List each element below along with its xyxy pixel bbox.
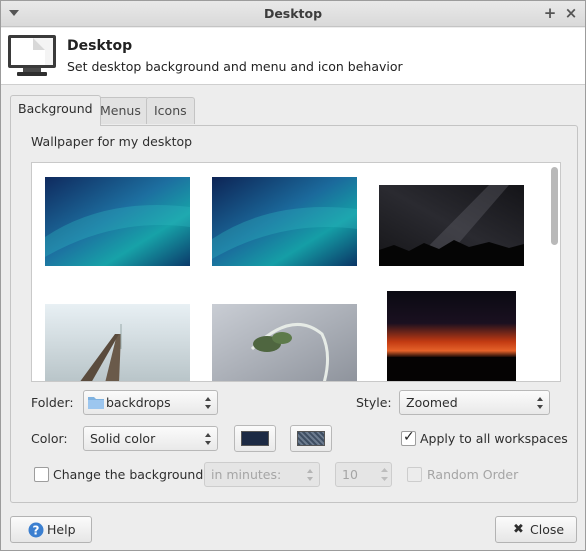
- folder-label: Folder:: [31, 395, 74, 410]
- change-background-checkbox[interactable]: [34, 467, 49, 482]
- style-select[interactable]: Zoomed: [399, 390, 550, 415]
- background-panel: Wallpaper for my desktop Folder: backdro…: [10, 125, 578, 503]
- random-order-label: Random Order: [427, 467, 519, 482]
- wallpaper-section-label: Wallpaper for my desktop: [31, 134, 193, 149]
- wallpaper-list[interactable]: [31, 162, 561, 382]
- close-button[interactable]: ✖ Close: [495, 516, 577, 543]
- combo-arrows-icon: [537, 397, 543, 409]
- checkmark-icon: ✓: [403, 429, 415, 445]
- color-style-select[interactable]: Solid color: [83, 426, 218, 451]
- help-button[interactable]: ? Help: [10, 516, 92, 543]
- close-icon: ✖: [513, 522, 524, 537]
- help-label: Help: [47, 522, 76, 537]
- interval-value: 10: [342, 467, 358, 482]
- window-title: Desktop: [263, 6, 323, 21]
- secondary-color-button[interactable]: [290, 425, 332, 452]
- titlebar: Desktop + ×: [1, 1, 585, 27]
- combo-arrows-icon: [205, 433, 211, 445]
- svg-text:?: ?: [33, 524, 40, 538]
- monitor-icon: [8, 35, 56, 76]
- interval-unit-select[interactable]: in minutes:: [204, 462, 320, 487]
- style-label: Style:: [356, 395, 392, 410]
- combo-arrows-icon: [205, 397, 211, 409]
- random-order-checkbox[interactable]: [407, 467, 422, 482]
- wallpaper-thumbnail[interactable]: [212, 177, 357, 266]
- color-style-value: Solid color: [90, 431, 156, 446]
- help-icon: ?: [28, 522, 44, 538]
- dialog-header: Desktop Set desktop background and menu …: [1, 28, 585, 85]
- interval-unit-value: in minutes:: [211, 467, 282, 482]
- primary-color-swatch: [241, 431, 269, 446]
- secondary-color-swatch: [297, 431, 325, 446]
- wallpaper-thumbnail[interactable]: [212, 304, 357, 382]
- spin-arrows-icon: [381, 468, 388, 481]
- interval-spinbox[interactable]: 10: [335, 462, 392, 487]
- folder-icon: [88, 397, 104, 409]
- desktop-settings-window: Desktop + × Desktop Set desktop backgrou…: [0, 0, 586, 551]
- maximize-icon[interactable]: +: [542, 4, 558, 22]
- apply-all-checkbox[interactable]: ✓: [401, 429, 416, 446]
- wallpaper-thumbnail[interactable]: [45, 304, 190, 382]
- folder-select[interactable]: backdrops: [83, 390, 218, 415]
- header-subtitle: Set desktop background and menu and icon…: [67, 59, 403, 74]
- tab-icons[interactable]: Icons: [146, 97, 195, 124]
- color-label: Color:: [31, 431, 68, 446]
- folder-value: backdrops: [106, 395, 171, 410]
- combo-arrows-icon: [307, 469, 313, 481]
- wallpaper-scrollbar-thumb[interactable]: [551, 167, 558, 245]
- primary-color-button[interactable]: [234, 425, 276, 452]
- wallpaper-thumbnail[interactable]: [387, 291, 516, 382]
- apply-all-label[interactable]: Apply to all workspaces: [420, 431, 568, 446]
- wallpaper-thumbnail[interactable]: [45, 177, 190, 266]
- header-title: Desktop: [67, 38, 133, 54]
- close-label: Close: [530, 522, 565, 537]
- wallpaper-thumbnail[interactable]: [379, 185, 524, 266]
- tab-background[interactable]: Background: [10, 95, 101, 126]
- change-background-label[interactable]: Change the background: [53, 467, 203, 482]
- style-value: Zoomed: [406, 395, 458, 410]
- close-window-icon[interactable]: ×: [563, 4, 579, 22]
